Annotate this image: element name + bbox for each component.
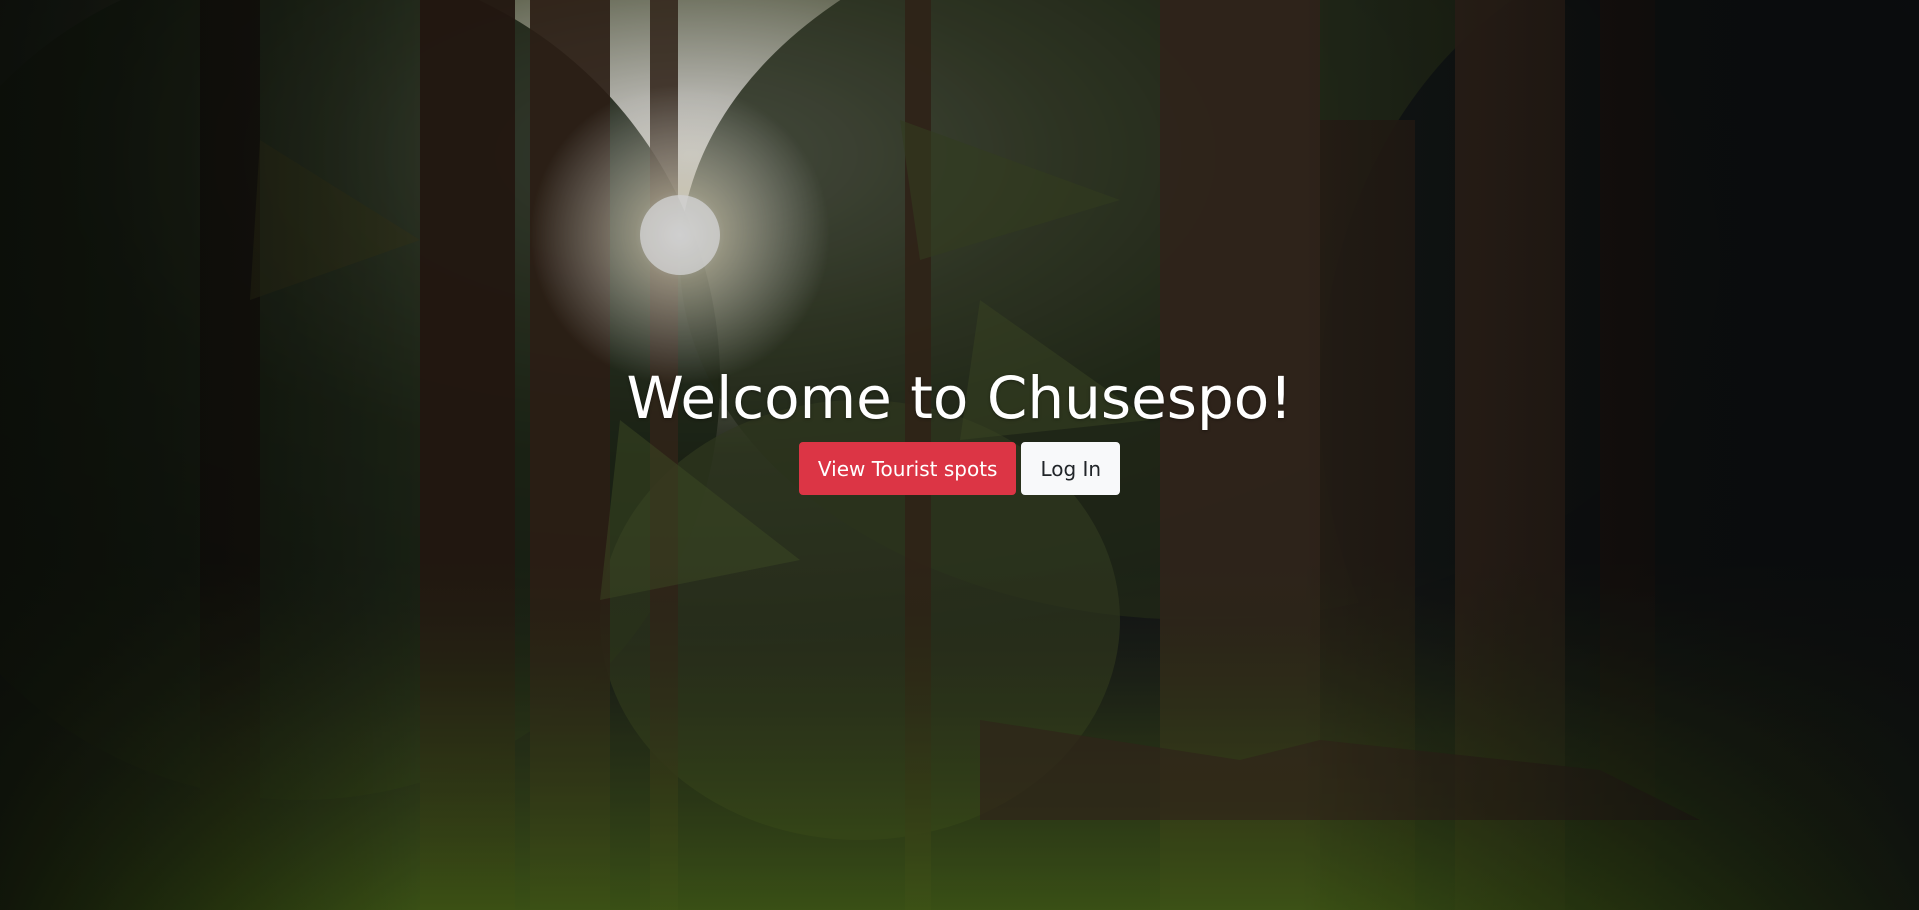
hero-content: Welcome to Chusespo! View Tourist spots … <box>0 360 1919 495</box>
login-button[interactable]: Log In <box>1021 442 1121 495</box>
page-title: Welcome to Chusespo! <box>626 364 1293 432</box>
view-tourist-spots-button[interactable]: View Tourist spots <box>798 442 1017 495</box>
hero-buttons: View Tourist spots Log In <box>0 442 1919 495</box>
hero-section: Welcome to Chusespo! View Tourist spots … <box>0 0 1919 910</box>
